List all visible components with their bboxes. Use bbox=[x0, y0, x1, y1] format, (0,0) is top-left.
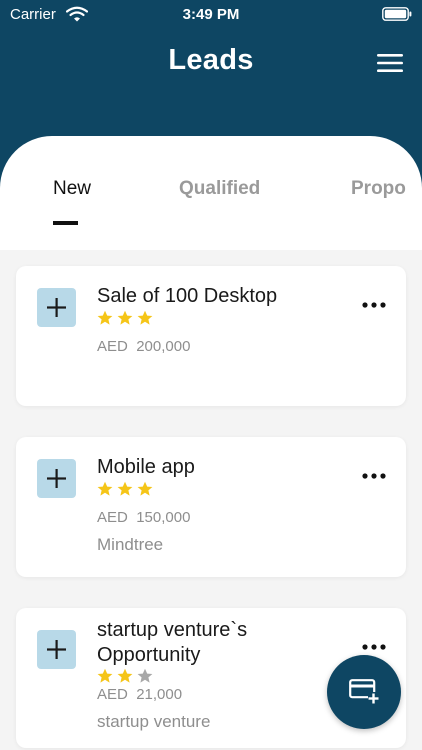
lead-amount: AED 21,000 bbox=[97, 686, 182, 703]
lead-rating bbox=[97, 310, 157, 328]
lead-amount-value: 150,000 bbox=[136, 509, 191, 526]
lead-amount-value: 200,000 bbox=[136, 338, 191, 355]
lead-rating bbox=[97, 668, 157, 686]
more-options-icon[interactable] bbox=[362, 302, 386, 308]
add-lead-button[interactable] bbox=[37, 288, 76, 327]
star-filled-icon bbox=[97, 310, 113, 325]
status-bar: Carrier 3:49 PM bbox=[0, 0, 422, 30]
add-lead-button[interactable] bbox=[37, 630, 76, 669]
star-filled-icon bbox=[137, 481, 153, 496]
plus-icon bbox=[47, 469, 66, 488]
lead-currency: AED bbox=[97, 686, 128, 703]
lead-amount: AED 200,000 bbox=[97, 338, 190, 355]
lead-title: startup venture`s Opportunity bbox=[97, 619, 248, 666]
status-time: 3:49 PM bbox=[182, 6, 240, 23]
star-filled-icon bbox=[97, 668, 113, 683]
lead-company: startup venture bbox=[97, 712, 211, 731]
star-filled-icon bbox=[117, 668, 133, 683]
lead-currency: AED bbox=[97, 509, 128, 526]
star-filled-icon bbox=[117, 310, 133, 325]
lead-currency: AED bbox=[97, 338, 128, 355]
lead-title: Sale of 100 Desktop bbox=[97, 285, 278, 307]
add-lead-button[interactable] bbox=[37, 459, 76, 498]
plus-icon bbox=[47, 298, 66, 317]
star-empty-icon bbox=[137, 668, 153, 683]
tab-qualified[interactable]: Qualified bbox=[179, 178, 260, 200]
star-filled-icon bbox=[97, 481, 113, 496]
star-filled-icon bbox=[117, 481, 133, 496]
hamburger-menu-icon[interactable] bbox=[376, 52, 404, 74]
plus-icon bbox=[47, 640, 66, 659]
active-tab-indicator bbox=[53, 221, 78, 225]
lead-title: Mobile app bbox=[97, 456, 195, 478]
tab-new[interactable]: New bbox=[53, 178, 91, 200]
page-title: Leads bbox=[168, 44, 254, 76]
more-options-icon[interactable] bbox=[362, 644, 386, 650]
more-options-icon[interactable] bbox=[362, 473, 386, 479]
lead-rating bbox=[97, 481, 157, 499]
lead-company: Mindtree bbox=[97, 535, 164, 554]
tab-bar: New Qualified Propo bbox=[0, 136, 422, 250]
battery-icon bbox=[382, 7, 412, 21]
add-lead-fab[interactable] bbox=[327, 655, 401, 729]
star-filled-icon bbox=[137, 310, 153, 325]
lead-amount: AED 150,000 bbox=[97, 509, 190, 526]
tab-proposition[interactable]: Propo bbox=[351, 178, 409, 200]
add-card-icon bbox=[349, 679, 379, 705]
lead-amount-value: 21,000 bbox=[136, 686, 183, 703]
lead-card[interactable]: Mobile app AED 150,000 Mindtree bbox=[16, 437, 406, 577]
lead-card[interactable]: Sale of 100 Desktop AED 200,000 bbox=[16, 266, 406, 406]
